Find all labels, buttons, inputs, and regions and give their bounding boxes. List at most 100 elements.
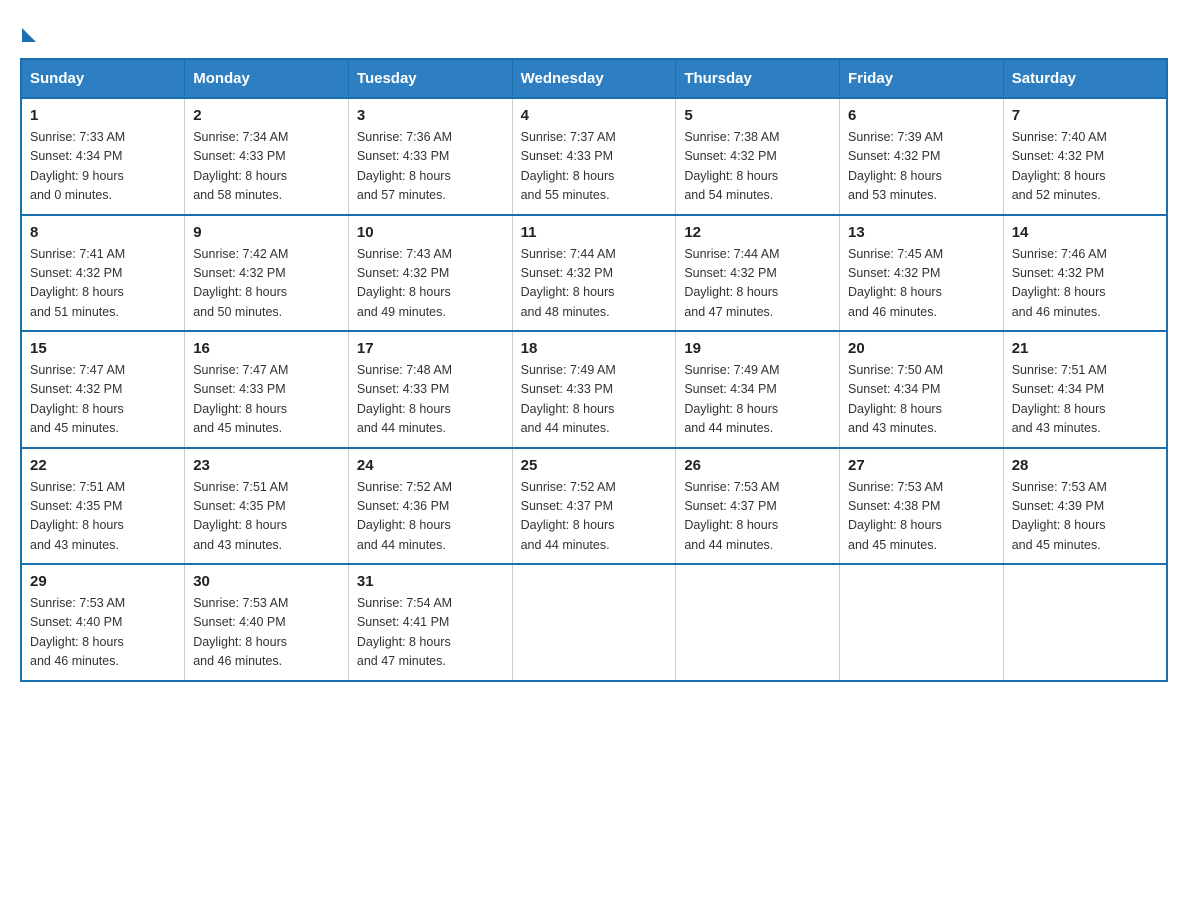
day-info: Sunrise: 7:53 AMSunset: 4:40 PMDaylight:…	[193, 596, 288, 668]
calendar-cell: 23 Sunrise: 7:51 AMSunset: 4:35 PMDaylig…	[185, 448, 349, 565]
day-number: 16	[193, 340, 340, 357]
calendar-cell: 25 Sunrise: 7:52 AMSunset: 4:37 PMDaylig…	[512, 448, 676, 565]
logo	[20, 20, 36, 38]
day-info: Sunrise: 7:43 AMSunset: 4:32 PMDaylight:…	[357, 247, 452, 319]
day-info: Sunrise: 7:38 AMSunset: 4:32 PMDaylight:…	[684, 130, 779, 202]
col-header-sunday: Sunday	[21, 59, 185, 98]
calendar-cell: 9 Sunrise: 7:42 AMSunset: 4:32 PMDayligh…	[185, 215, 349, 332]
day-number: 27	[848, 457, 995, 474]
calendar-cell: 22 Sunrise: 7:51 AMSunset: 4:35 PMDaylig…	[21, 448, 185, 565]
calendar-cell: 7 Sunrise: 7:40 AMSunset: 4:32 PMDayligh…	[1003, 98, 1167, 215]
day-info: Sunrise: 7:42 AMSunset: 4:32 PMDaylight:…	[193, 247, 288, 319]
calendar-cell: 13 Sunrise: 7:45 AMSunset: 4:32 PMDaylig…	[840, 215, 1004, 332]
day-info: Sunrise: 7:33 AMSunset: 4:34 PMDaylight:…	[30, 130, 125, 202]
day-info: Sunrise: 7:53 AMSunset: 4:40 PMDaylight:…	[30, 596, 125, 668]
calendar-cell: 16 Sunrise: 7:47 AMSunset: 4:33 PMDaylig…	[185, 331, 349, 448]
calendar-cell: 29 Sunrise: 7:53 AMSunset: 4:40 PMDaylig…	[21, 564, 185, 681]
calendar-header-row: SundayMondayTuesdayWednesdayThursdayFrid…	[21, 59, 1167, 98]
day-number: 5	[684, 107, 831, 124]
day-info: Sunrise: 7:49 AMSunset: 4:33 PMDaylight:…	[521, 363, 616, 435]
day-number: 24	[357, 457, 504, 474]
day-number: 29	[30, 573, 176, 590]
day-info: Sunrise: 7:34 AMSunset: 4:33 PMDaylight:…	[193, 130, 288, 202]
calendar-cell: 6 Sunrise: 7:39 AMSunset: 4:32 PMDayligh…	[840, 98, 1004, 215]
day-number: 12	[684, 224, 831, 241]
day-info: Sunrise: 7:51 AMSunset: 4:35 PMDaylight:…	[30, 480, 125, 552]
day-info: Sunrise: 7:36 AMSunset: 4:33 PMDaylight:…	[357, 130, 452, 202]
day-number: 3	[357, 107, 504, 124]
day-number: 26	[684, 457, 831, 474]
col-header-friday: Friday	[840, 59, 1004, 98]
calendar-cell: 20 Sunrise: 7:50 AMSunset: 4:34 PMDaylig…	[840, 331, 1004, 448]
calendar-cell	[840, 564, 1004, 681]
day-info: Sunrise: 7:44 AMSunset: 4:32 PMDaylight:…	[684, 247, 779, 319]
day-number: 19	[684, 340, 831, 357]
calendar-cell: 24 Sunrise: 7:52 AMSunset: 4:36 PMDaylig…	[348, 448, 512, 565]
calendar-cell: 1 Sunrise: 7:33 AMSunset: 4:34 PMDayligh…	[21, 98, 185, 215]
day-info: Sunrise: 7:37 AMSunset: 4:33 PMDaylight:…	[521, 130, 616, 202]
calendar-cell: 15 Sunrise: 7:47 AMSunset: 4:32 PMDaylig…	[21, 331, 185, 448]
col-header-tuesday: Tuesday	[348, 59, 512, 98]
day-number: 20	[848, 340, 995, 357]
day-number: 14	[1012, 224, 1158, 241]
calendar-cell	[676, 564, 840, 681]
day-info: Sunrise: 7:44 AMSunset: 4:32 PMDaylight:…	[521, 247, 616, 319]
day-number: 23	[193, 457, 340, 474]
calendar-cell: 4 Sunrise: 7:37 AMSunset: 4:33 PMDayligh…	[512, 98, 676, 215]
calendar-cell: 18 Sunrise: 7:49 AMSunset: 4:33 PMDaylig…	[512, 331, 676, 448]
day-number: 7	[1012, 107, 1158, 124]
day-info: Sunrise: 7:49 AMSunset: 4:34 PMDaylight:…	[684, 363, 779, 435]
calendar-cell: 8 Sunrise: 7:41 AMSunset: 4:32 PMDayligh…	[21, 215, 185, 332]
day-number: 2	[193, 107, 340, 124]
logo-arrow-icon	[22, 28, 36, 42]
day-number: 8	[30, 224, 176, 241]
day-number: 22	[30, 457, 176, 474]
day-info: Sunrise: 7:52 AMSunset: 4:36 PMDaylight:…	[357, 480, 452, 552]
calendar-cell: 27 Sunrise: 7:53 AMSunset: 4:38 PMDaylig…	[840, 448, 1004, 565]
calendar-week-row: 1 Sunrise: 7:33 AMSunset: 4:34 PMDayligh…	[21, 98, 1167, 215]
calendar-cell: 3 Sunrise: 7:36 AMSunset: 4:33 PMDayligh…	[348, 98, 512, 215]
day-number: 31	[357, 573, 504, 590]
day-number: 1	[30, 107, 176, 124]
calendar-cell: 14 Sunrise: 7:46 AMSunset: 4:32 PMDaylig…	[1003, 215, 1167, 332]
col-header-thursday: Thursday	[676, 59, 840, 98]
day-info: Sunrise: 7:51 AMSunset: 4:34 PMDaylight:…	[1012, 363, 1107, 435]
calendar-week-row: 29 Sunrise: 7:53 AMSunset: 4:40 PMDaylig…	[21, 564, 1167, 681]
day-info: Sunrise: 7:40 AMSunset: 4:32 PMDaylight:…	[1012, 130, 1107, 202]
day-number: 30	[193, 573, 340, 590]
day-info: Sunrise: 7:41 AMSunset: 4:32 PMDaylight:…	[30, 247, 125, 319]
day-info: Sunrise: 7:53 AMSunset: 4:38 PMDaylight:…	[848, 480, 943, 552]
page-header	[20, 20, 1168, 38]
day-info: Sunrise: 7:54 AMSunset: 4:41 PMDaylight:…	[357, 596, 452, 668]
col-header-wednesday: Wednesday	[512, 59, 676, 98]
day-number: 28	[1012, 457, 1158, 474]
calendar-cell: 31 Sunrise: 7:54 AMSunset: 4:41 PMDaylig…	[348, 564, 512, 681]
day-info: Sunrise: 7:51 AMSunset: 4:35 PMDaylight:…	[193, 480, 288, 552]
day-info: Sunrise: 7:47 AMSunset: 4:33 PMDaylight:…	[193, 363, 288, 435]
calendar-cell: 26 Sunrise: 7:53 AMSunset: 4:37 PMDaylig…	[676, 448, 840, 565]
calendar-week-row: 15 Sunrise: 7:47 AMSunset: 4:32 PMDaylig…	[21, 331, 1167, 448]
day-info: Sunrise: 7:48 AMSunset: 4:33 PMDaylight:…	[357, 363, 452, 435]
day-number: 21	[1012, 340, 1158, 357]
calendar-cell: 21 Sunrise: 7:51 AMSunset: 4:34 PMDaylig…	[1003, 331, 1167, 448]
day-info: Sunrise: 7:52 AMSunset: 4:37 PMDaylight:…	[521, 480, 616, 552]
day-number: 17	[357, 340, 504, 357]
calendar-week-row: 22 Sunrise: 7:51 AMSunset: 4:35 PMDaylig…	[21, 448, 1167, 565]
day-info: Sunrise: 7:47 AMSunset: 4:32 PMDaylight:…	[30, 363, 125, 435]
calendar-table: SundayMondayTuesdayWednesdayThursdayFrid…	[20, 58, 1168, 682]
col-header-monday: Monday	[185, 59, 349, 98]
calendar-week-row: 8 Sunrise: 7:41 AMSunset: 4:32 PMDayligh…	[21, 215, 1167, 332]
calendar-cell: 30 Sunrise: 7:53 AMSunset: 4:40 PMDaylig…	[185, 564, 349, 681]
calendar-cell: 2 Sunrise: 7:34 AMSunset: 4:33 PMDayligh…	[185, 98, 349, 215]
calendar-cell: 28 Sunrise: 7:53 AMSunset: 4:39 PMDaylig…	[1003, 448, 1167, 565]
day-info: Sunrise: 7:45 AMSunset: 4:32 PMDaylight:…	[848, 247, 943, 319]
day-info: Sunrise: 7:50 AMSunset: 4:34 PMDaylight:…	[848, 363, 943, 435]
day-info: Sunrise: 7:46 AMSunset: 4:32 PMDaylight:…	[1012, 247, 1107, 319]
day-number: 6	[848, 107, 995, 124]
day-info: Sunrise: 7:53 AMSunset: 4:37 PMDaylight:…	[684, 480, 779, 552]
calendar-cell: 12 Sunrise: 7:44 AMSunset: 4:32 PMDaylig…	[676, 215, 840, 332]
day-number: 11	[521, 224, 668, 241]
calendar-cell	[512, 564, 676, 681]
day-number: 15	[30, 340, 176, 357]
day-number: 4	[521, 107, 668, 124]
